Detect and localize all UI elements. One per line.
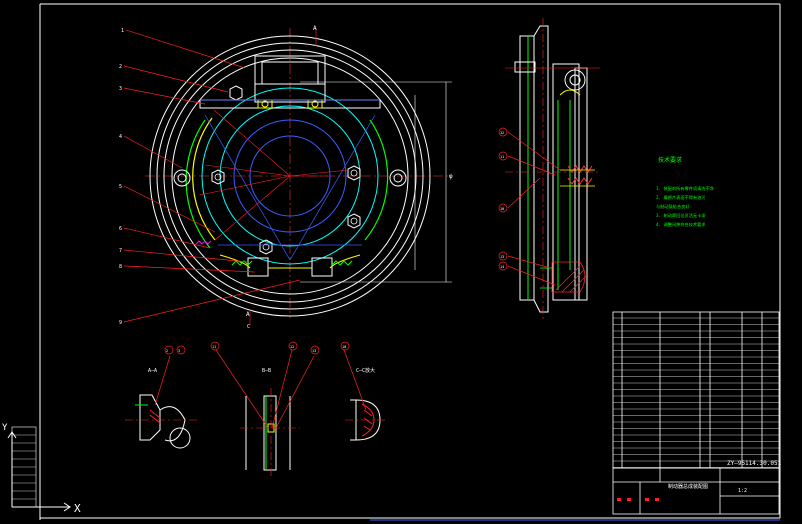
diameter-dimension: φ (449, 173, 453, 180)
section-aa-label: A—A (148, 368, 157, 374)
main-callout-7: 7 (119, 248, 122, 254)
ucs-x-label: X (74, 502, 81, 515)
side-callout-13: 13 (500, 255, 504, 259)
main-callout-8: 8 (119, 264, 122, 270)
main-callout-6: 6 (119, 226, 122, 232)
detail-callout-0: 2 (166, 349, 168, 353)
title-block (612, 467, 780, 515)
section-aa-view (125, 394, 200, 449)
section-cc-view (345, 399, 385, 441)
notes-line-5: 4. 调整间隙符合技术要求 (656, 221, 706, 228)
side-callout-14: 14 (500, 265, 504, 269)
ucs-axis-icon (7, 426, 71, 512)
notes-line-1: 1. 装配前所有零件须清洗干净 (656, 185, 714, 192)
main-callout-9: 9 (119, 320, 122, 326)
cad-drawing-canvas[interactable]: A A C φ 技术要求 1. 装配前所有零件须清洗干净 2. 摩擦片表面不得有… (0, 0, 802, 524)
side-callout-12: 12 (500, 131, 504, 135)
detail-callout-1: 3 (178, 349, 180, 353)
detail-callout-5: 10 (342, 345, 346, 349)
main-callout-1: 1 (121, 28, 124, 34)
section-mark-c: C (247, 324, 250, 330)
notes-title: 技术要求 (658, 156, 682, 164)
section-mark-bottom: A (246, 311, 250, 318)
section-bb-view (240, 388, 300, 478)
drawing-scale: 1:2 (738, 488, 747, 494)
detail-callout-2: 11 (212, 345, 216, 349)
notes-line-3: 与制动鼓贴合良好 (656, 203, 690, 210)
bill-of-materials-table (612, 311, 780, 469)
notes-line-4: 3. 制动蹄回位灵活无卡滞 (656, 212, 705, 219)
detail-callout-3: 12 (290, 345, 294, 349)
drawing-number: ZY—95114.30.051 (727, 460, 782, 467)
drawing-title: 制动器总成装配图 (668, 483, 708, 490)
main-callout-2: 2 (119, 64, 122, 70)
main-callout-5: 5 (119, 184, 122, 190)
main-callout-3: 3 (119, 86, 122, 92)
ucs-y-label: Y (2, 423, 8, 433)
section-cc-label: C—C放大 (356, 367, 375, 374)
detail-callout-4: 13 (312, 349, 316, 353)
section-mark-top: A (313, 25, 317, 32)
brake-side-section-view (505, 18, 600, 322)
notes-line-2: 2. 摩擦片表面不得有油污 (656, 194, 705, 201)
side-callout-10: 10 (500, 207, 504, 211)
section-bb-label: B—B (262, 368, 271, 374)
side-callout-11: 11 (500, 155, 504, 159)
brake-front-view (145, 28, 452, 326)
drawing-frame (39, 3, 781, 521)
main-callout-4: 4 (119, 134, 122, 140)
